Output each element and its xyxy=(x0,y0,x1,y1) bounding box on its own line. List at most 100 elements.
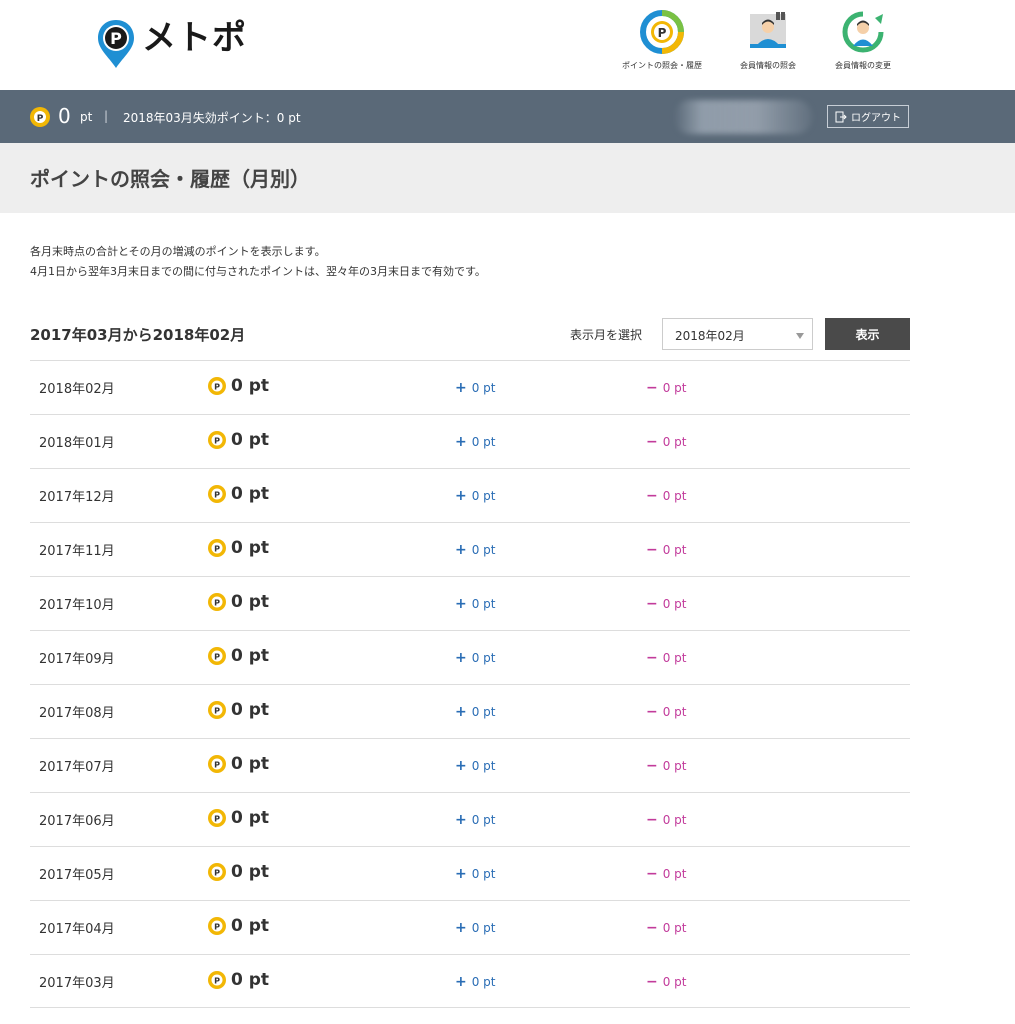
table-row: 2017年11月 P 0 pt +0 pt −0 pt xyxy=(30,522,910,576)
table-row: 2018年01月 P 0 pt +0 pt − 0 pt xyxy=(30,414,910,468)
point-history-icon: P xyxy=(640,10,684,54)
status-separator: | xyxy=(104,109,109,123)
row-month: 2017年05月 xyxy=(39,868,115,883)
point-coin-icon: P xyxy=(208,539,226,557)
row-increase: +0 pt xyxy=(455,488,496,504)
svg-text:P: P xyxy=(214,869,220,878)
point-coin-icon: P xyxy=(208,431,226,449)
chevron-down-icon xyxy=(796,333,804,339)
table-row: 2017年04月 P 0 pt +0 pt −0 pt xyxy=(30,900,910,954)
logo-text: メトポ xyxy=(142,18,247,58)
row-decrease: −0 pt xyxy=(646,866,687,882)
svg-text:P: P xyxy=(214,923,220,932)
row-total-value: 0 pt xyxy=(231,916,270,936)
minus-sign: − xyxy=(646,758,658,774)
row-increase: +0 pt xyxy=(455,920,496,936)
row-increase: +0 pt xyxy=(455,596,496,612)
nav-point-history[interactable]: P ポイントの照会・履歴 xyxy=(612,10,712,71)
point-coin-icon: P xyxy=(208,593,226,611)
table-row: 2017年10月 P 0 pt +0 pt −0 pt xyxy=(30,576,910,630)
logout-button[interactable]: ログアウト xyxy=(827,105,909,128)
row-total: P 0 pt xyxy=(208,430,269,450)
nav-label: ポイントの照会・履歴 xyxy=(622,61,702,70)
svg-text:P: P xyxy=(110,29,122,48)
nav-member-info[interactable]: 会員情報の照会 xyxy=(718,10,818,71)
minus-sign: − xyxy=(646,596,658,612)
point-coin-icon: P xyxy=(208,809,226,827)
plus-sign: + xyxy=(455,758,467,774)
nav-member-edit[interactable]: 会員情報の変更 xyxy=(813,10,913,71)
plus-sign: + xyxy=(455,866,467,882)
expiring-points: 2018年03月失効ポイント：0 pt xyxy=(123,111,301,125)
svg-text:P: P xyxy=(214,653,220,662)
svg-text:P: P xyxy=(214,599,220,608)
row-increase-value: 0 pt xyxy=(471,381,496,395)
row-decrease: −0 pt xyxy=(646,380,687,396)
member-edit-icon xyxy=(842,11,884,53)
row-increase: +0 pt xyxy=(455,380,496,396)
point-coin-icon: P xyxy=(30,107,50,127)
point-coin-icon: P xyxy=(208,485,226,503)
row-increase: +0 pt xyxy=(455,974,496,990)
row-total: P 0 pt xyxy=(208,376,269,396)
row-total: P 0 pt xyxy=(208,862,269,882)
row-month: 2017年11月 xyxy=(39,544,115,559)
svg-text:P: P xyxy=(214,383,220,392)
description-line: 各月末時点の合計とその月の増減のポイントを表示します。 xyxy=(30,245,326,258)
table-row: 2017年07月 P 0 pt +0 pt −0 pt xyxy=(30,738,910,792)
svg-text:P: P xyxy=(37,114,44,124)
row-total: P 0 pt xyxy=(208,700,269,720)
row-decrease: −0 pt xyxy=(646,974,687,990)
show-button[interactable]: 表示 xyxy=(825,318,910,350)
row-total-value: 0 pt xyxy=(231,970,270,990)
row-decrease: −0 pt xyxy=(646,812,687,828)
row-total-value: 0 pt xyxy=(231,862,270,882)
point-coin-icon: P xyxy=(208,863,226,881)
svg-text:P: P xyxy=(214,491,220,500)
minus-sign: − xyxy=(646,704,658,720)
row-decrease: −0 pt xyxy=(646,650,687,666)
svg-text:P: P xyxy=(214,761,220,770)
site-logo[interactable]: P メトポ xyxy=(96,18,247,70)
row-increase: +0 pt xyxy=(455,866,496,882)
table-row: 2017年12月 P 0 pt +0 pt −0 pt xyxy=(30,468,910,522)
nav-label: 会員情報の変更 xyxy=(835,61,891,70)
row-month: 2018年01月 xyxy=(39,436,115,451)
minus-sign: − xyxy=(646,650,658,666)
row-total: P 0 pt xyxy=(208,592,269,612)
svg-text:P: P xyxy=(214,707,220,716)
minus-sign: − xyxy=(646,488,658,504)
member-info-icon xyxy=(750,12,786,48)
page-title: ポイントの照会・履歴（月別） xyxy=(30,167,310,191)
row-total-value: 0 pt xyxy=(231,376,270,396)
point-coin-icon: P xyxy=(208,755,226,773)
row-total-value: 0 pt xyxy=(231,430,270,450)
row-increase-value: 0 pt xyxy=(471,867,496,881)
row-total-value: 0 pt xyxy=(231,808,270,828)
row-increase: +0 pt xyxy=(455,650,496,666)
row-decrease-value: 0 pt xyxy=(662,867,687,881)
plus-sign: + xyxy=(455,488,467,504)
range-title: 2017年03月から2018年02月 xyxy=(30,326,246,344)
row-total-value: 0 pt xyxy=(231,592,270,612)
row-decrease-value: 0 pt xyxy=(662,705,687,719)
plus-sign: + xyxy=(455,920,467,936)
logout-icon xyxy=(835,111,847,122)
row-increase: +0 pt xyxy=(455,812,496,828)
row-month: 2017年04月 xyxy=(39,922,115,937)
row-month: 2018年02月 xyxy=(39,382,115,397)
row-total: P 0 pt xyxy=(208,538,269,558)
row-increase: +0 pt xyxy=(455,434,496,450)
point-coin-icon: P xyxy=(208,971,226,989)
row-total: P 0 pt xyxy=(208,808,269,828)
row-total-value: 0 pt xyxy=(231,754,270,774)
logout-label: ログアウト xyxy=(851,113,901,124)
svg-text:P: P xyxy=(658,26,667,40)
minus-sign: − xyxy=(646,434,658,450)
row-decrease-value: 0 pt xyxy=(662,813,687,827)
row-increase-value: 0 pt xyxy=(471,597,496,611)
row-month: 2017年12月 xyxy=(39,490,115,505)
table-row: 2017年05月 P 0 pt +0 pt −0 pt xyxy=(30,846,910,900)
minus-sign: − xyxy=(646,974,658,990)
month-select[interactable]: 2018年02月 xyxy=(662,318,813,350)
